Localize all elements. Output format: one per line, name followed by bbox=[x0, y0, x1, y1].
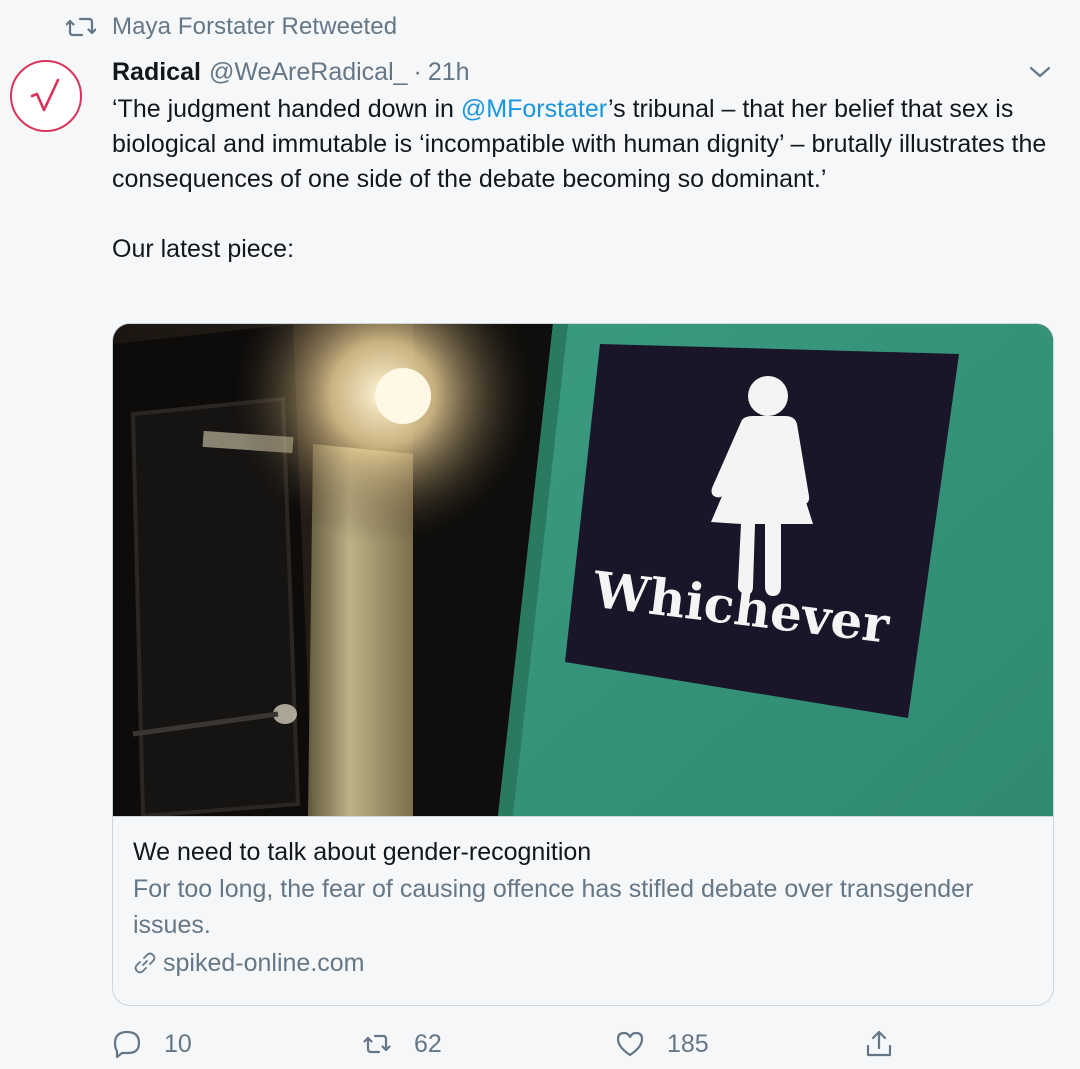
card-body[interactable]: We need to talk about gender-recognition… bbox=[113, 816, 1053, 981]
retweet-icon bbox=[66, 17, 96, 37]
retweet-icon bbox=[363, 1034, 391, 1054]
card-title[interactable]: We need to talk about gender-recognition bbox=[133, 835, 1033, 869]
avatar[interactable] bbox=[10, 60, 82, 132]
tweet-paragraph-1: ‘The judgment handed down in @MForstater… bbox=[112, 92, 1062, 197]
heart-icon bbox=[616, 1031, 644, 1057]
tweet-header: Radical @WeAreRadical_ · 21h bbox=[112, 54, 470, 90]
tweet-text: ‘The judgment handed down in @MForstater… bbox=[112, 92, 1062, 267]
reply-count: 10 bbox=[164, 1029, 192, 1058]
tweet-paragraph-2: Our latest piece: bbox=[112, 235, 295, 263]
link-card[interactable]: Whichever We need to talk about gender-r… bbox=[112, 323, 1054, 1006]
retweet-context[interactable]: Maya Forstater Retweeted bbox=[66, 12, 397, 42]
like-count: 185 bbox=[667, 1029, 709, 1058]
retweet-count: 62 bbox=[414, 1029, 442, 1058]
chevron-down-icon[interactable] bbox=[1028, 62, 1052, 82]
mention-link[interactable]: @MForstater bbox=[461, 95, 608, 123]
tweet[interactable]: Maya Forstater Retweeted Radical @WeAreR… bbox=[0, 0, 1080, 1069]
share-button[interactable] bbox=[864, 1024, 916, 1064]
share-icon bbox=[866, 1030, 892, 1057]
retweet-button[interactable]: 62 bbox=[362, 1024, 442, 1064]
retweet-context-text[interactable]: Maya Forstater Retweeted bbox=[112, 13, 397, 41]
card-image[interactable]: Whichever bbox=[113, 324, 1053, 816]
author-name[interactable]: Radical bbox=[112, 58, 201, 87]
author-handle[interactable]: @WeAreRadical_ bbox=[209, 58, 408, 87]
tweet-actions: 10 62 185 bbox=[112, 1024, 912, 1064]
card-description: For too long, the fear of causing offenc… bbox=[133, 875, 974, 939]
separator-dot: · bbox=[413, 57, 422, 86]
card-domain-text[interactable]: spiked-online.com bbox=[163, 945, 365, 981]
check-mark-logo bbox=[30, 78, 60, 112]
timestamp[interactable]: 21h bbox=[428, 58, 470, 87]
like-button[interactable]: 185 bbox=[615, 1024, 709, 1064]
restroom-sign-photo: Whichever bbox=[113, 324, 1053, 816]
tweet-text-part: ‘The judgment handed down in bbox=[112, 95, 461, 123]
reply-icon bbox=[113, 1030, 141, 1059]
card-domain[interactable]: spiked-online.com bbox=[133, 945, 1033, 981]
link-icon bbox=[134, 952, 156, 974]
reply-button[interactable]: 10 bbox=[112, 1024, 192, 1064]
